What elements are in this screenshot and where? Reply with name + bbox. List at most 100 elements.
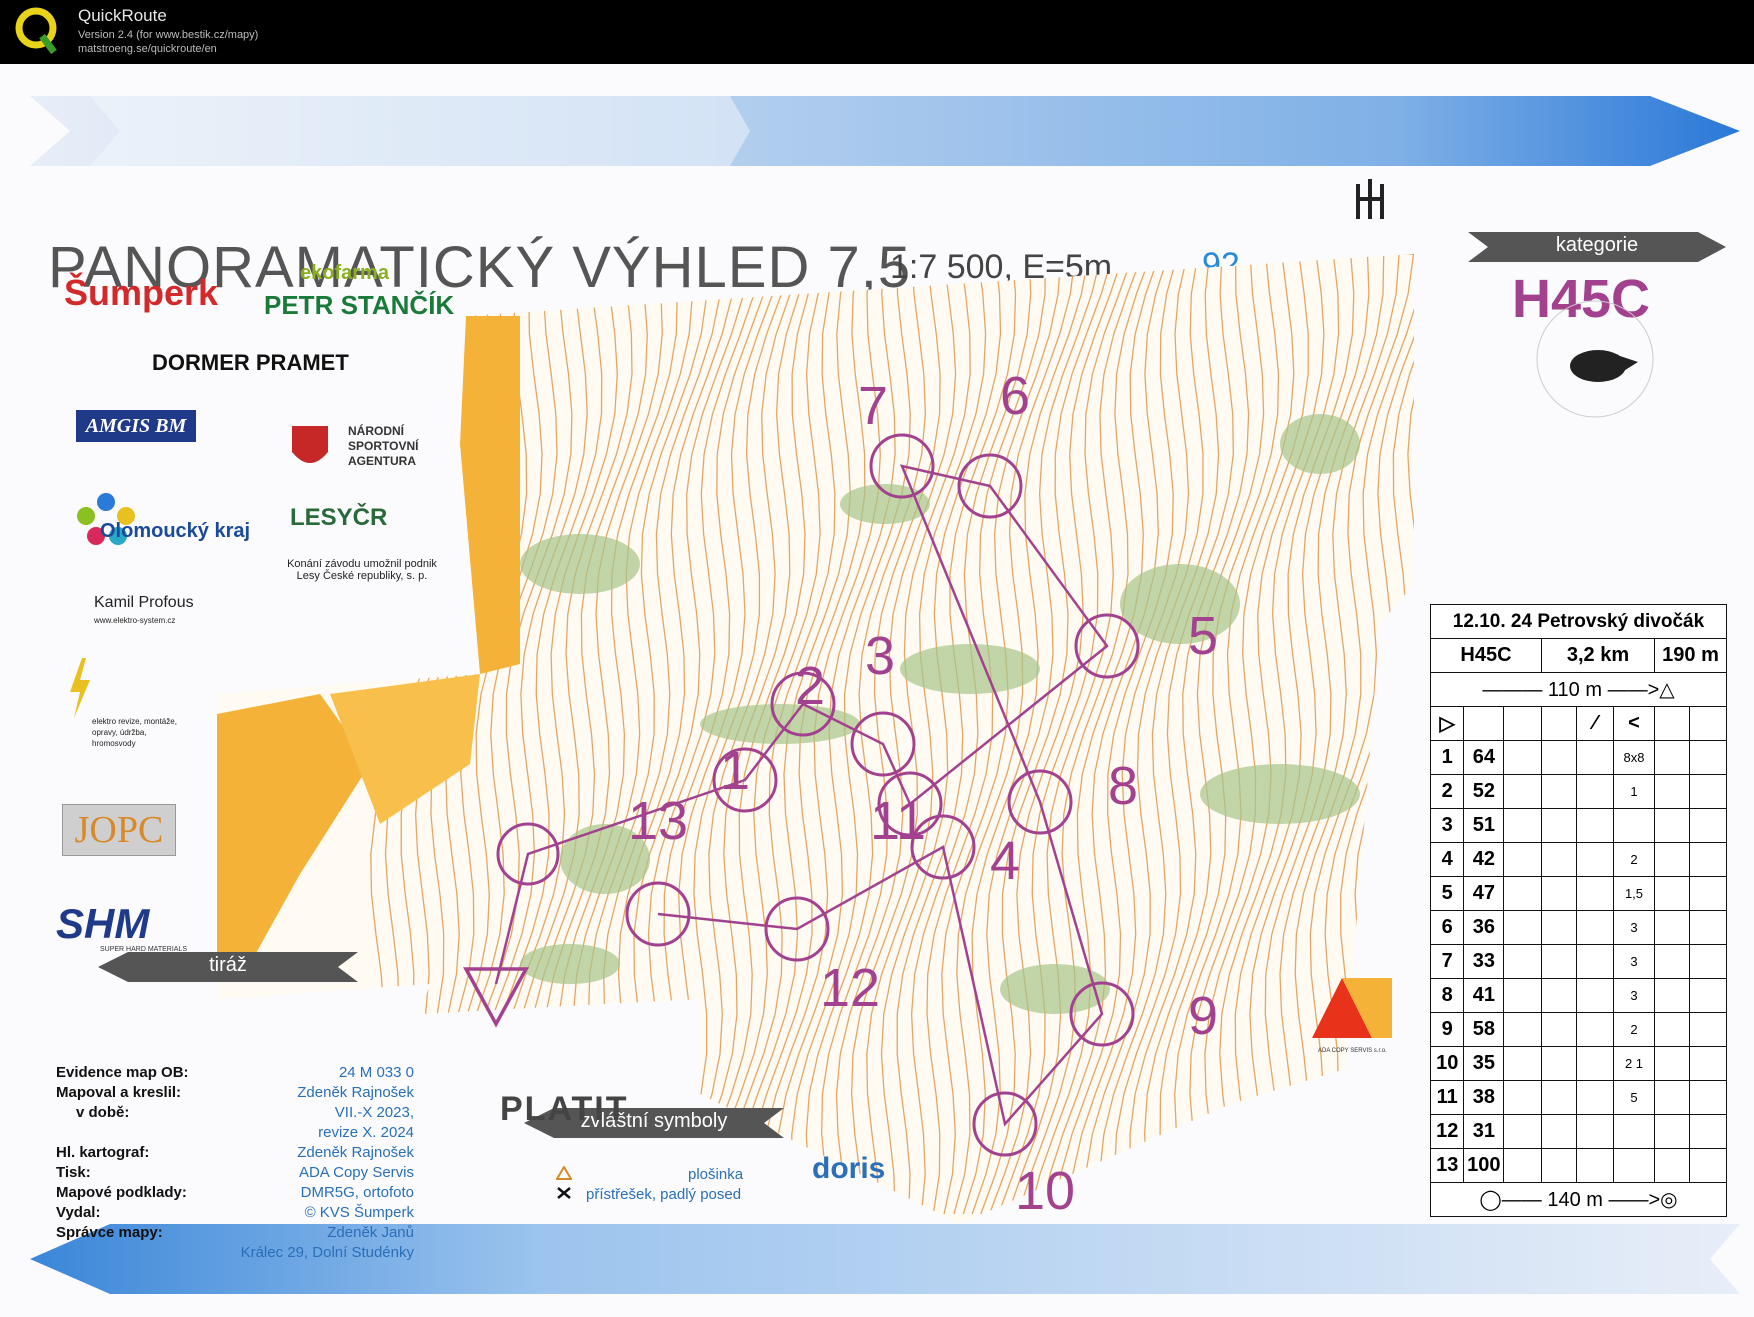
tiraz-label: Mapové podklady: bbox=[56, 1184, 187, 1201]
cd-control-code: 33 bbox=[1463, 944, 1505, 979]
cd-control-number: 13 bbox=[1429, 1148, 1465, 1183]
tiraz-value: Zdeněk Janů bbox=[327, 1224, 414, 1241]
tiraz-value: © KVS Šumperk bbox=[304, 1204, 414, 1221]
cd-control-code: 35 bbox=[1463, 1046, 1505, 1081]
cd-dimension: 3 bbox=[1613, 944, 1655, 979]
control-number: 9 bbox=[1188, 986, 1218, 1046]
tiraz-value: ADA Copy Servis bbox=[298, 1164, 414, 1181]
cd-control-number: 2 bbox=[1429, 774, 1465, 809]
tiraz-value: Zdeněk Rajnošek bbox=[297, 1084, 414, 1101]
shelter-icon bbox=[557, 1187, 571, 1199]
control-number: 6 bbox=[1000, 366, 1030, 426]
cd-event: 12.10. 24 Petrovský divočák bbox=[1430, 604, 1727, 639]
cd-control-number: 1 bbox=[1429, 740, 1465, 775]
cd-control-number: 10 bbox=[1429, 1046, 1465, 1081]
tiraz-value: revize X. 2024 bbox=[318, 1124, 414, 1141]
cd-control-number: 6 bbox=[1429, 910, 1465, 945]
tiraz-label: Mapoval a kreslil: bbox=[56, 1084, 182, 1101]
vegetation-patch bbox=[900, 644, 1040, 694]
cd-control-code: 64 bbox=[1463, 740, 1505, 775]
cd-control-code: 100 bbox=[1463, 1148, 1505, 1183]
cd-control-number: 9 bbox=[1429, 1012, 1465, 1047]
tiraz-label: v době: bbox=[76, 1104, 130, 1121]
control-number: 8 bbox=[1108, 756, 1138, 816]
cd-control-number: 3 bbox=[1429, 808, 1465, 843]
platit-logo: PLATIT bbox=[500, 1090, 629, 1128]
control-number: 4 bbox=[990, 831, 1020, 891]
cd-control-code: 42 bbox=[1463, 842, 1505, 877]
cd-dimension: 2 bbox=[1613, 842, 1655, 877]
control-number: 10 bbox=[1015, 1161, 1075, 1221]
cd-dimension: 1 bbox=[1613, 774, 1655, 809]
cd-control-code: 38 bbox=[1463, 1080, 1505, 1115]
app-url: matstroeng.se/quickroute/en bbox=[78, 43, 217, 55]
platform-icon bbox=[556, 1166, 572, 1180]
tiraz-label: Vydal: bbox=[56, 1204, 101, 1221]
vegetation-patch bbox=[520, 944, 620, 984]
cd-control-code: 47 bbox=[1463, 876, 1505, 911]
cd-dimension: 3 bbox=[1613, 978, 1655, 1013]
tiraz-value: Králec 29, Dolní Studénky bbox=[240, 1244, 414, 1261]
control-number: 13 bbox=[628, 791, 688, 851]
cd-dimension: 1,5 bbox=[1613, 876, 1655, 911]
control-number: 7 bbox=[858, 376, 888, 436]
cd-dimension: 2 bbox=[1613, 1012, 1655, 1047]
cd-control-code: 31 bbox=[1463, 1114, 1505, 1149]
vegetation-patch bbox=[1200, 764, 1360, 824]
tiraz-value: 24 M 033 0 bbox=[338, 1064, 414, 1081]
cd-control-number: 5 bbox=[1429, 876, 1465, 911]
app-version: Version 2.4 (for www.bestik.cz/mapy) bbox=[78, 29, 259, 41]
cd-dimension: 2 1 bbox=[1613, 1046, 1655, 1081]
tiraz-label: Tisk: bbox=[56, 1164, 91, 1181]
cd-climb: 190 m bbox=[1654, 638, 1727, 673]
tiraz-value: DMR5G, ortofoto bbox=[300, 1184, 414, 1201]
cd-control-code: 51 bbox=[1463, 808, 1505, 843]
cd-category: H45C bbox=[1430, 638, 1542, 673]
app-titlebar: QuickRoute Version 2.4 (for www.bestik.c… bbox=[0, 0, 1754, 64]
cd-dimension bbox=[1613, 1114, 1655, 1149]
control-number: 11 bbox=[870, 791, 926, 851]
control-number: 5 bbox=[1188, 606, 1218, 666]
cd-dimension bbox=[1613, 808, 1655, 843]
ada-text: ADA COPY SERVIS s.r.o. bbox=[1318, 1048, 1387, 1054]
cd-control-number: 4 bbox=[1429, 842, 1465, 877]
cd-start-distance: ——— 110 m ——>△ bbox=[1430, 672, 1727, 707]
open-land-area bbox=[460, 316, 520, 674]
app-name: QuickRoute bbox=[78, 6, 167, 25]
tiraz-label: Evidence map OB: bbox=[56, 1064, 189, 1081]
cd-control-number: 12 bbox=[1429, 1114, 1465, 1149]
control-number: 2 bbox=[795, 656, 825, 716]
vegetation-patch bbox=[1120, 564, 1240, 644]
cd-dimension: 3 bbox=[1613, 910, 1655, 945]
quickroute-logo-icon bbox=[15, 7, 57, 55]
special-item-shelter: přístřešek, padlý posed bbox=[586, 1186, 742, 1203]
tiraz-label: Hl. kartograf: bbox=[56, 1144, 150, 1161]
cd-control-code: 41 bbox=[1463, 978, 1505, 1013]
cd-dimension bbox=[1613, 1148, 1655, 1183]
control-number: 1 bbox=[720, 741, 750, 801]
cd-dimension: 5 bbox=[1613, 1080, 1655, 1115]
tiraz-label: Správce mapy: bbox=[56, 1224, 163, 1241]
vegetation-patch bbox=[1280, 414, 1360, 474]
cd-control-code: 36 bbox=[1463, 910, 1505, 945]
cd-finish-distance: ◯—— 140 m ——>◎ bbox=[1430, 1182, 1727, 1217]
map-sheet[interactable]: PANORAMATICKÝ VÝHLED 7,5 1:7 500, E=5m 9… bbox=[0, 64, 1754, 1317]
special-item-platform: plošinka bbox=[688, 1166, 744, 1183]
vegetation-patch bbox=[520, 534, 640, 594]
cd-control-number: 7 bbox=[1429, 944, 1465, 979]
doris-logo: doris bbox=[812, 1152, 886, 1185]
cd-control-code: 52 bbox=[1463, 774, 1505, 809]
ada-logo-icon bbox=[1312, 978, 1392, 1038]
control-number: 3 bbox=[865, 626, 895, 686]
control-descriptions: 12.10. 24 Petrovský divočák H45C 3,2 km 190… bbox=[1429, 604, 1727, 1217]
tiraz-value: VII.-X 2023, bbox=[334, 1104, 414, 1121]
cd-dimension: 8x8 bbox=[1613, 740, 1655, 775]
cd-control-number: 11 bbox=[1429, 1080, 1465, 1115]
tiraz-heading: tiráž bbox=[209, 954, 247, 976]
cd-length: 3,2 km bbox=[1541, 638, 1655, 673]
control-number: 12 bbox=[820, 958, 880, 1018]
cd-start-icon: ▷ bbox=[1429, 706, 1465, 741]
cd-control-number: 8 bbox=[1429, 978, 1465, 1013]
cd-control-code: 58 bbox=[1463, 1012, 1505, 1047]
tiraz-value: Zdeněk Rajnošek bbox=[297, 1144, 414, 1161]
